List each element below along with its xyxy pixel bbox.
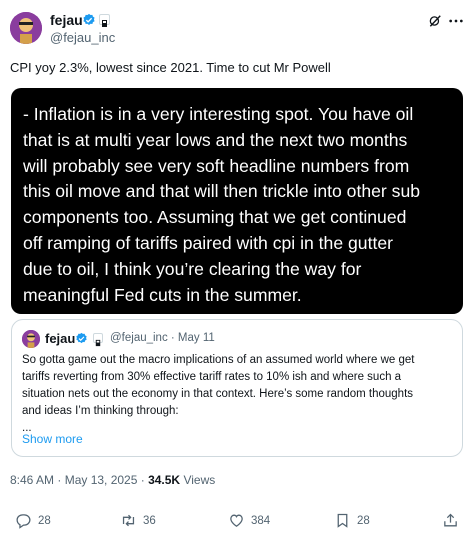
repost-button[interactable]: 36 — [120, 512, 156, 529]
show-more-link[interactable]: Show more — [22, 432, 83, 446]
image-text-line: due to oil, I think you’re clearing the … — [23, 258, 362, 279]
share-button[interactable] — [442, 512, 459, 529]
quoted-text-line: tariffs reverting from 30% effective tar… — [22, 371, 402, 383]
views-label: Views — [180, 473, 216, 487]
verified-badge-icon — [76, 332, 87, 344]
image-text-line: this oil move and that will then trickle… — [23, 181, 421, 202]
image-text-line: meaningful Fed cuts in the summer. — [23, 284, 302, 305]
share-icon — [444, 513, 457, 527]
quoted-author-avatar — [22, 330, 40, 348]
author-name[interactable]: fejau — [50, 12, 83, 28]
image-text-line: will probably see very soft headline num… — [23, 155, 410, 176]
like-count: 384 — [251, 514, 271, 527]
post-image[interactable]: - Inflation is in a very interesting spo… — [11, 88, 463, 314]
author-avatar[interactable] — [10, 12, 42, 44]
like-button[interactable]: 384 — [228, 512, 270, 529]
image-text-line: off ramping of tariffs paired with cpi i… — [23, 232, 393, 253]
more-options-icon[interactable] — [448, 14, 464, 28]
image-text-line: - Inflation is in a very interesting spo… — [23, 104, 414, 124]
quoted-text-line: and ideas I’m thinking through: — [22, 405, 179, 417]
quoted-post-text: So gotta game out the macro implications… — [22, 352, 456, 437]
bookmark-count: 28 — [357, 514, 370, 527]
quoted-text-line: situation nets out the economy in that c… — [22, 388, 414, 400]
reply-count: 28 — [38, 514, 51, 527]
bookmark-button[interactable]: 28 — [334, 512, 370, 529]
quoted-text-line: ... — [22, 422, 32, 434]
post-meta: 8:46 AM · May 13, 2025 · 34.5K Views — [10, 473, 215, 487]
repost-count: 36 — [143, 514, 156, 527]
affiliate-badge-icon — [99, 14, 110, 27]
action-bar: 28 36 384 28 — [0, 512, 476, 532]
affiliate-badge-icon — [93, 333, 103, 347]
quoted-text-line: So gotta game out the macro implications… — [22, 354, 415, 366]
bookmark-icon — [337, 513, 348, 528]
image-text: - Inflation is in a very interesting spo… — [23, 102, 451, 308]
quoted-author-name: fejau — [45, 331, 76, 346]
image-text-line: components too. Assuming that we get con… — [23, 207, 407, 228]
heart-icon — [230, 514, 243, 527]
verified-badge-icon — [83, 13, 95, 25]
reply-button[interactable]: 28 — [15, 512, 51, 529]
repost-icon — [122, 514, 135, 527]
reply-icon — [16, 514, 31, 529]
quoted-handle-date: @fejau_inc · May 11 — [110, 332, 215, 344]
image-text-line: that is at multi year lows and the next … — [23, 129, 408, 150]
tweet: fejau @fejau_inc CPI yoy 2.3%, lowest si… — [0, 0, 476, 535]
quoted-post[interactable]: fejau @fejau_inc · May 11 So gotta game … — [11, 319, 463, 457]
author-handle[interactable]: @fejau_inc — [50, 30, 115, 45]
grok-icon[interactable] — [428, 14, 442, 28]
views-count: 34.5K — [148, 473, 181, 487]
post-text: CPI yoy 2.3%, lowest since 2021. Time to… — [10, 60, 331, 75]
post-timestamp[interactable]: 8:46 AM · May 13, 2025 · — [10, 473, 148, 487]
